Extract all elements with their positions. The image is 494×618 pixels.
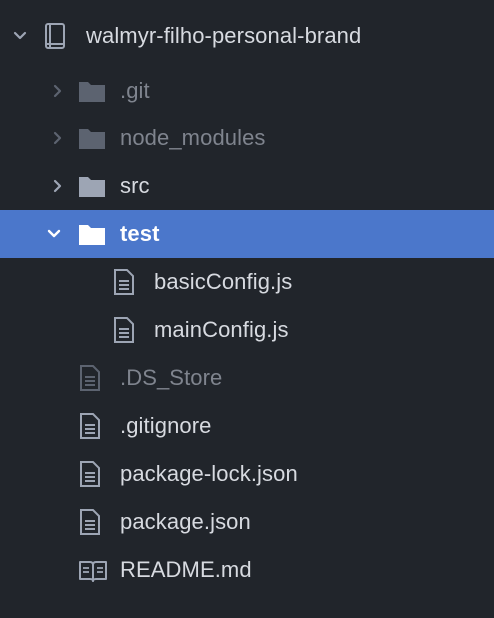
tree-root-project[interactable]: walmyr-filho-personal-brand: [0, 12, 494, 60]
tree-item-label: package-lock.json: [120, 461, 298, 486]
book-open-icon: [79, 561, 107, 582]
tree-item-label: .gitignore: [120, 413, 212, 438]
folder-open-icon: [79, 225, 105, 245]
tree-item-label: .DS_Store: [120, 365, 223, 390]
tree-item-label: node_modules: [120, 125, 266, 150]
chevron-right-icon[interactable]: [50, 178, 66, 194]
chevron-down-icon[interactable]: [46, 226, 62, 242]
tree-item-label: basicConfig.js: [154, 269, 293, 294]
folder-icon: [79, 129, 105, 149]
tree-item-main-config-file[interactable]: mainConfig.js: [0, 306, 494, 354]
tree-item-test-folder[interactable]: test: [0, 210, 494, 258]
file-text-icon: [80, 413, 100, 439]
folder-icon: [79, 82, 105, 102]
tree-item-label: README.md: [120, 557, 252, 582]
chevron-right-icon[interactable]: [50, 83, 66, 99]
folder-icon: [79, 177, 105, 197]
tree-item-label: package.json: [120, 509, 251, 534]
file-text-icon: [80, 509, 100, 535]
tree-item-package-lock-file[interactable]: package-lock.json: [0, 450, 494, 498]
tree-item-node-modules-folder[interactable]: node_modules: [0, 114, 494, 162]
tree-item-label: mainConfig.js: [154, 317, 289, 342]
tree-item-basic-config-file[interactable]: basicConfig.js: [0, 258, 494, 306]
chevron-right-icon[interactable]: [50, 130, 66, 146]
tree-item-readme-file[interactable]: README.md: [0, 546, 494, 594]
file-text-icon: [114, 269, 134, 295]
tree-item-git-folder[interactable]: .git: [0, 67, 494, 115]
file-tree-panel: walmyr-filho-personal-brand .git node_mo…: [0, 0, 494, 618]
file-text-icon: [80, 461, 100, 487]
project-name: walmyr-filho-personal-brand: [86, 23, 362, 48]
tree-item-label: src: [120, 173, 150, 198]
tree-item-gitignore-file[interactable]: .gitignore: [0, 402, 494, 450]
file-text-icon: [114, 317, 134, 343]
tree-item-package-json-file[interactable]: package.json: [0, 498, 494, 546]
book-icon: [45, 23, 65, 49]
tree-item-src-folder[interactable]: src: [0, 162, 494, 210]
chevron-down-icon[interactable]: [12, 28, 28, 44]
tree-item-ds-store-file[interactable]: .DS_Store: [0, 354, 494, 402]
tree-item-label: test: [120, 221, 160, 246]
file-text-icon: [80, 365, 100, 391]
tree-item-label: .git: [120, 78, 150, 103]
